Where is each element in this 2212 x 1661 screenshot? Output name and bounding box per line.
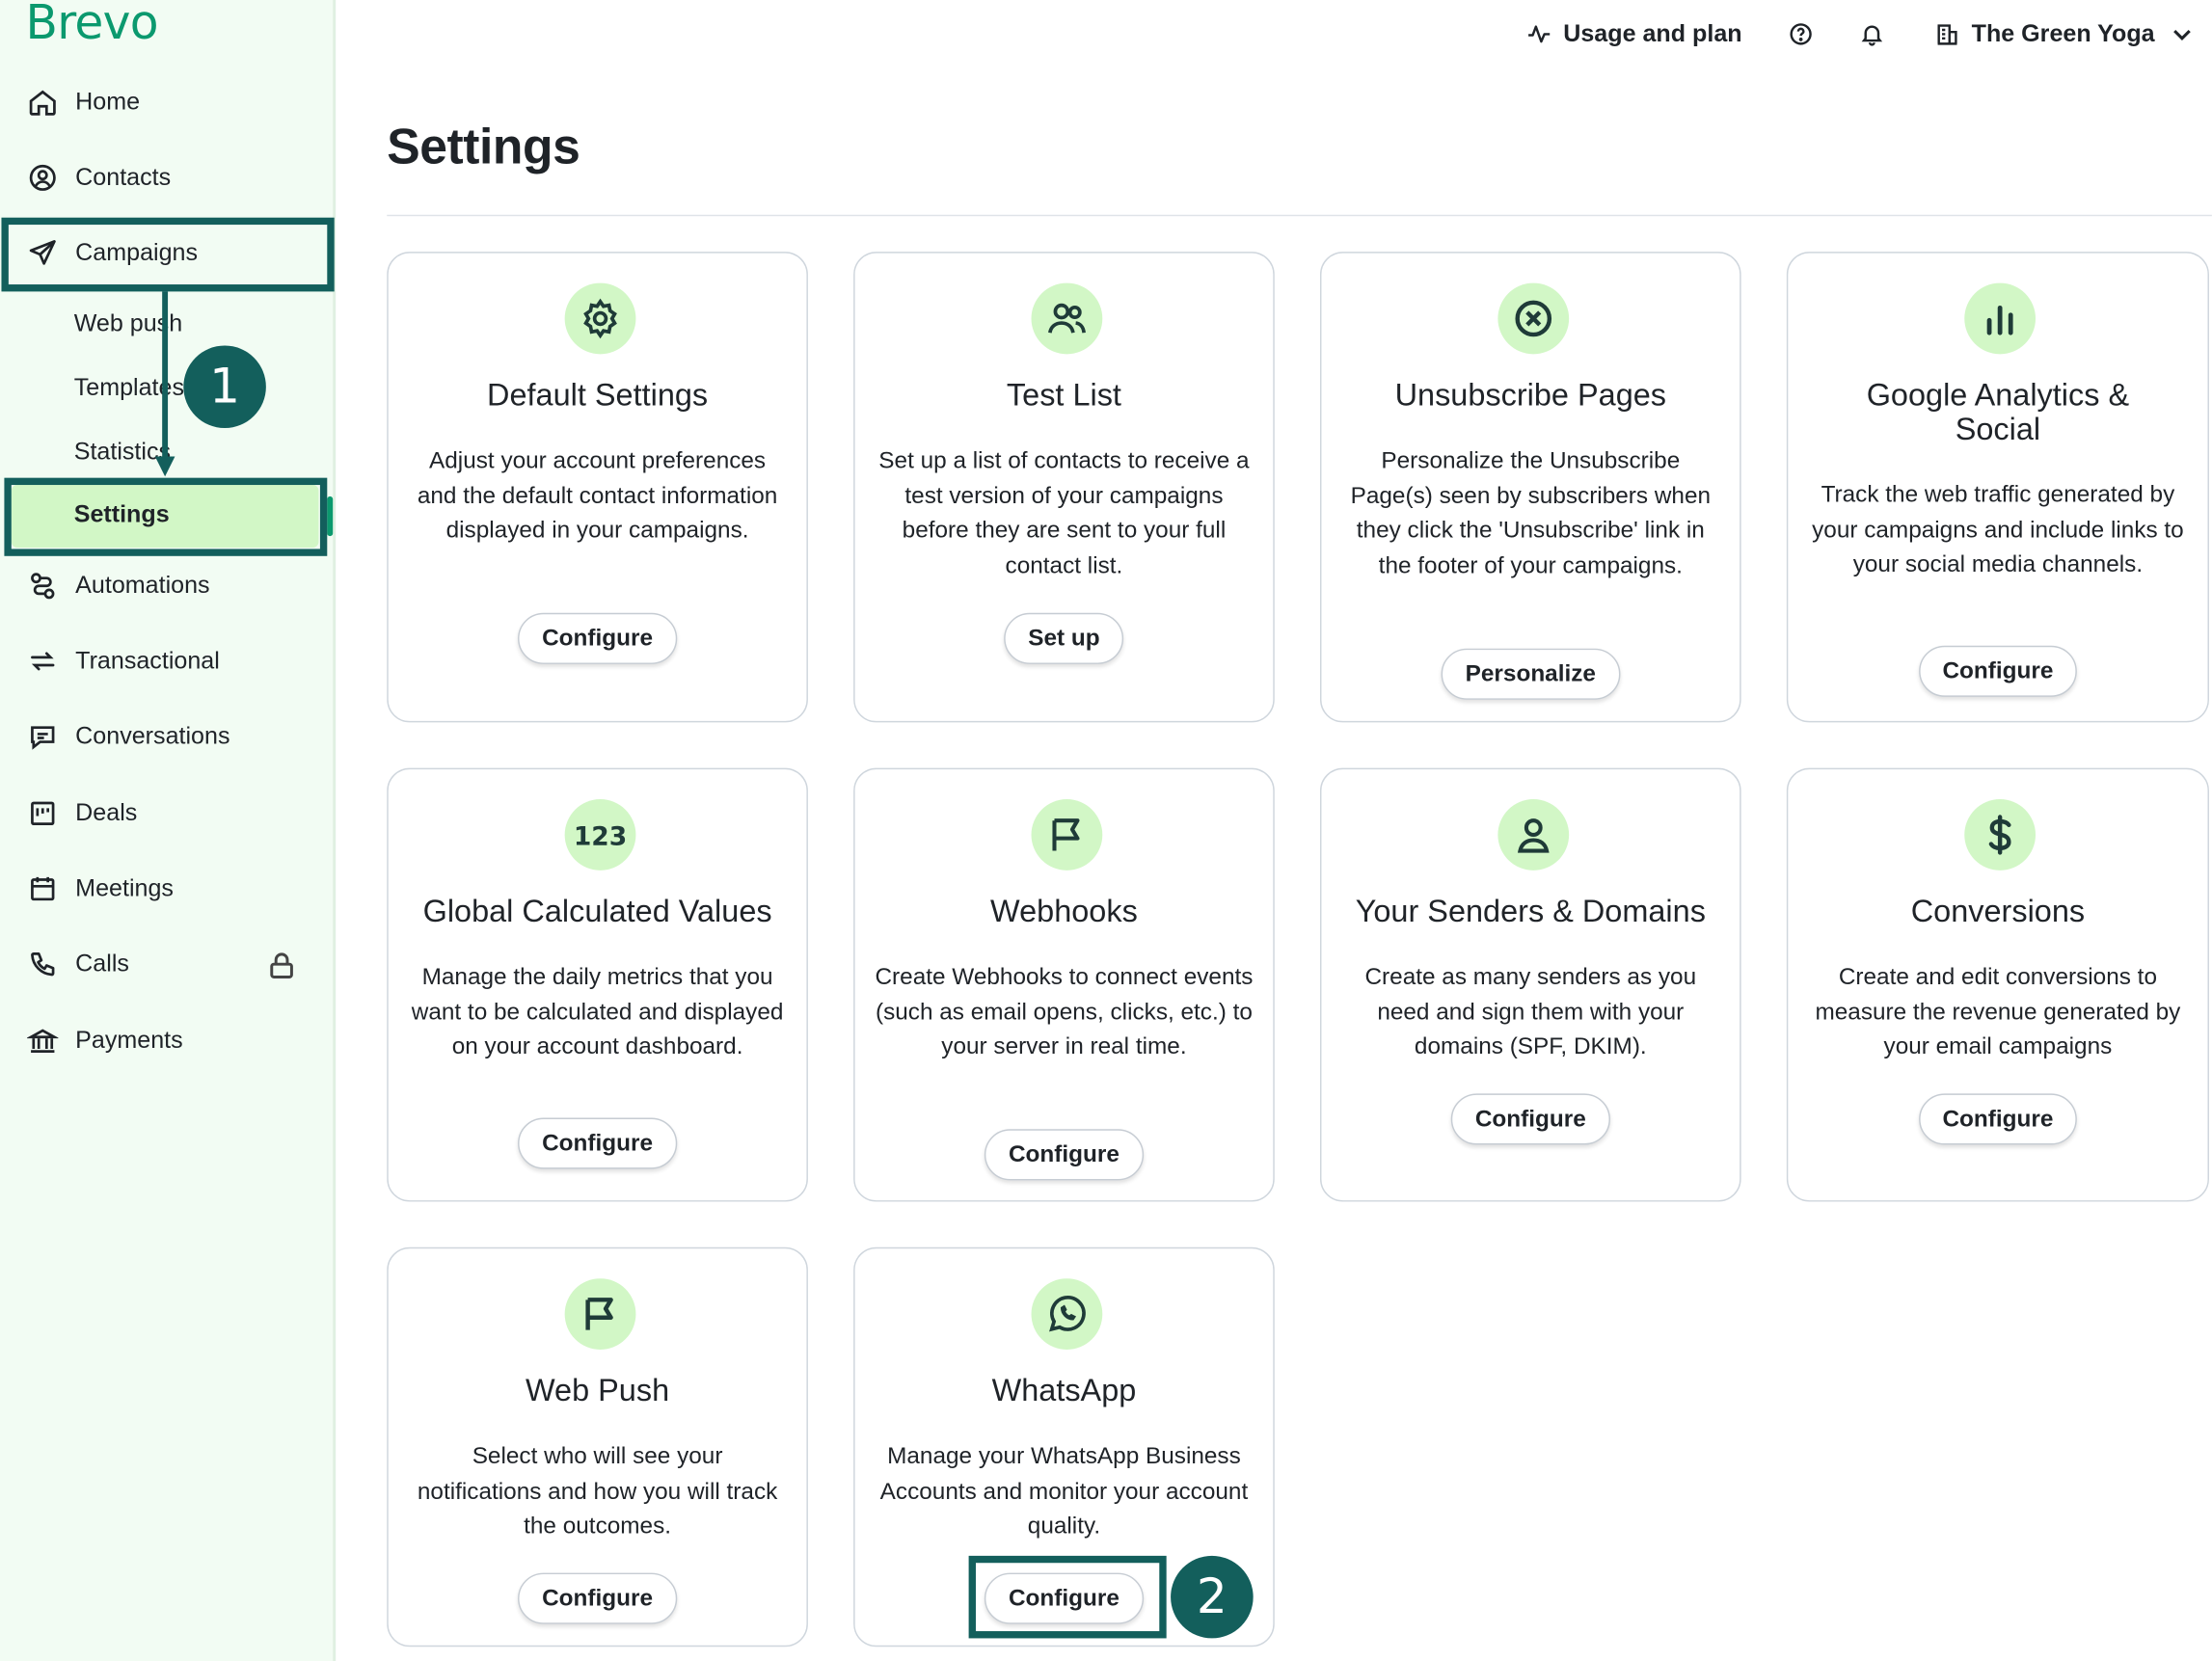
notifications-button[interactable]	[1859, 17, 1885, 51]
configure-button[interactable]: Configure	[518, 612, 678, 664]
card-title: Webhooks	[990, 893, 1138, 929]
help-icon	[1788, 21, 1814, 47]
dollar-icon	[1964, 799, 2037, 871]
sidebar-item-meetings[interactable]: Meetings	[0, 860, 333, 917]
automation-icon	[27, 571, 58, 602]
settings-card-google-analytics: Google Analytics & Social Track the web …	[1786, 252, 2209, 723]
svg-text:123: 123	[575, 821, 626, 851]
page-title: Settings	[387, 119, 580, 175]
account-name: The Green Yoga	[1971, 19, 2155, 47]
settings-card-webhooks: Webhooks Create Webhooks to connect even…	[853, 767, 1275, 1202]
settings-card-default: Default Settings Adjust your account pre…	[387, 252, 808, 723]
configure-button[interactable]: Configure	[1918, 1093, 2078, 1145]
sidebar-item-label: Calls	[75, 950, 129, 978]
gear-icon	[564, 282, 636, 355]
user-icon	[1497, 799, 1570, 871]
configure-button[interactable]: Configure	[1918, 645, 2078, 697]
card-title: WhatsApp	[991, 1372, 1137, 1408]
lock-icon	[269, 951, 295, 980]
configure-button[interactable]: Configure	[1450, 1093, 1610, 1145]
step-badge-1: 1	[183, 345, 266, 429]
whatsapp-icon	[1031, 1278, 1103, 1350]
card-description: Create and edit conversions to measure t…	[1815, 964, 2181, 1060]
sidebar-item-conversations[interactable]: Conversations	[0, 709, 333, 765]
card-title: Google Analytics & Social	[1866, 376, 2130, 447]
active-indicator	[327, 496, 334, 537]
card-description: Personalize the Unsubscribe Page(s) seen…	[1350, 447, 1712, 579]
settings-card-senders-domains: Your Senders & Domains Create as many se…	[1319, 767, 1741, 1202]
card-description: Manage your WhatsApp Business Accounts a…	[879, 1443, 1249, 1540]
card-title: Conversions	[1910, 893, 2086, 929]
settings-card-conversions: Conversions Create and edit conversions …	[1786, 767, 2209, 1202]
flag-icon	[564, 1278, 636, 1350]
sidebar-item-label: Meetings	[75, 874, 174, 902]
x-circle-icon	[1497, 282, 1570, 355]
configure-button[interactable]: Configure	[518, 1572, 678, 1624]
building-icon	[1934, 21, 1960, 47]
highlight-whatsapp-configure	[968, 1555, 1167, 1639]
sidebar-item-label: Automations	[75, 572, 210, 600]
sidebar-item-deals[interactable]: Deals	[0, 785, 333, 842]
settings-card-global-values: 123 Global Calculated Values Manage the …	[387, 767, 808, 1202]
step-badge-2: 2	[1171, 1555, 1254, 1639]
card-title: Test List	[1006, 376, 1121, 413]
sidebar-item-label: Conversations	[75, 722, 230, 750]
sidebar-item-label: Deals	[75, 799, 138, 827]
divider	[387, 214, 2212, 217]
bank-icon	[27, 1026, 59, 1057]
sidebar-item-home[interactable]: Home	[0, 74, 333, 131]
flag-icon	[1031, 799, 1103, 871]
card-description: Select who will see your notifications a…	[417, 1443, 778, 1540]
highlight-settings	[4, 477, 328, 556]
sidebar-item-contacts[interactable]: Contacts	[0, 149, 333, 206]
chat-icon	[27, 721, 58, 752]
personalize-button[interactable]: Personalize	[1441, 648, 1621, 700]
card-description: Manage the daily metrics that you want t…	[411, 964, 784, 1060]
settings-card-web-push: Web Push Select who will see your notifi…	[387, 1246, 808, 1648]
configure-button[interactable]: Configure	[984, 1129, 1145, 1181]
sidebar-item-label: Contacts	[75, 163, 172, 191]
set-up-button[interactable]: Set up	[1004, 612, 1124, 664]
sidebar-item-transactional[interactable]: Transactional	[0, 632, 333, 689]
arrows-swap-icon	[27, 646, 58, 677]
card-description: Track the web traffic generated by your …	[1812, 482, 2184, 578]
phone-icon	[27, 949, 58, 979]
bell-icon	[1859, 21, 1885, 47]
brevo-logo[interactable]: Brevo	[26, 0, 159, 50]
account-menu[interactable]: The Green Yoga	[1934, 17, 2195, 51]
settings-card-test-list: Test List Set up a list of contacts to r…	[853, 252, 1275, 723]
sidebar-item-payments[interactable]: Payments	[0, 1012, 333, 1069]
numbers-icon: 123	[564, 799, 636, 871]
sidebar-item-automations[interactable]: Automations	[0, 557, 333, 614]
kanban-icon	[27, 798, 58, 829]
configure-button[interactable]: Configure	[518, 1117, 678, 1169]
highlight-campaigns	[1, 217, 335, 292]
card-description: Adjust your account preferences and the …	[417, 447, 778, 544]
home-icon	[27, 87, 58, 118]
card-description: Create as many senders as you need and s…	[1364, 964, 1697, 1060]
card-title: Your Senders & Domains	[1355, 893, 1706, 929]
bar-chart-icon	[1964, 282, 2037, 355]
card-title: Unsubscribe Pages	[1394, 376, 1667, 413]
card-description: Set up a list of contacts to receive a t…	[878, 447, 1250, 579]
card-title: Global Calculated Values	[422, 893, 772, 929]
card-description: Create Webhooks to connect events (such …	[875, 964, 1254, 1060]
annotation-arrow	[154, 291, 175, 477]
sidebar-item-label: Home	[75, 88, 141, 116]
card-title: Web Push	[525, 1372, 670, 1408]
usage-label: Usage and plan	[1563, 19, 1742, 47]
sidebar-item-label: Transactional	[75, 647, 220, 675]
settings-card-unsubscribe: Unsubscribe Pages Personalize the Unsubs…	[1319, 252, 1741, 723]
user-circle-icon	[27, 162, 58, 193]
sidebar-item-label: Payments	[75, 1027, 183, 1055]
help-button[interactable]	[1788, 17, 1814, 51]
card-title: Default Settings	[487, 376, 709, 413]
users-icon	[1031, 282, 1103, 355]
calendar-icon	[27, 873, 58, 904]
usage-and-plan-link[interactable]: Usage and plan	[1526, 17, 1742, 51]
chevron-down-icon	[2169, 21, 2195, 47]
activity-icon	[1526, 21, 1552, 47]
